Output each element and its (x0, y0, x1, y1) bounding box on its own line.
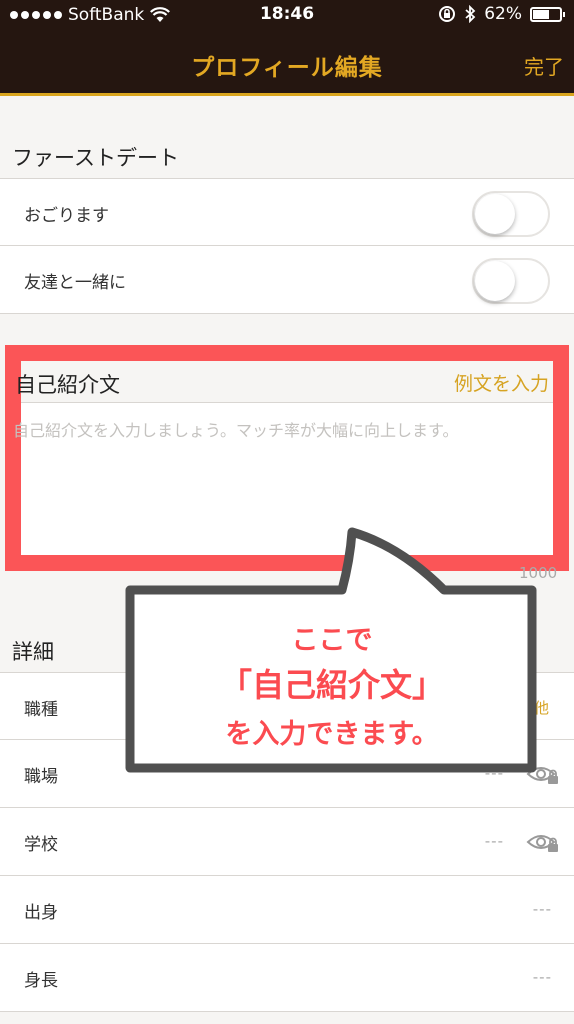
row-value: --- (484, 764, 504, 782)
details-row-hometown[interactable]: 出身 --- (0, 876, 574, 944)
eye-lock-icon[interactable] (526, 830, 560, 854)
self-intro-input[interactable]: 自己紹介文を入力しましょう。マッチ率が大幅に向上します。 (13, 417, 573, 441)
details-header: 詳細 (12, 640, 54, 664)
details-row-school[interactable]: 学校 --- (0, 808, 574, 876)
page-title: プロフィール編集 (191, 55, 383, 81)
callout-line-1: ここで (291, 625, 373, 656)
row-label: 職場 (24, 767, 58, 787)
self-intro-highlight: 自己紹介文 例文を入力 自己紹介文を入力しましょう。マッチ率が大幅に向上します。 (5, 345, 569, 571)
example-text-button[interactable]: 例文を入力 (454, 369, 549, 396)
rotation-lock-icon (439, 6, 456, 22)
details-row-workplace[interactable]: 職場 --- (0, 740, 574, 808)
eye-lock-icon[interactable] (526, 762, 560, 786)
first-date-row-treat[interactable]: おごります (0, 178, 574, 246)
treat-toggle[interactable] (472, 191, 550, 237)
row-value: --- (532, 900, 552, 918)
row-label: 友達と一緒に (24, 273, 126, 293)
row-label: 学校 (24, 835, 58, 855)
with-friends-toggle[interactable] (472, 258, 550, 304)
toggle-knob (475, 261, 515, 301)
self-intro-header: 自己紹介文 例文を入力 (15, 361, 553, 403)
first-date-row-with-friends[interactable]: 友達と一緒に (0, 246, 574, 314)
top-bar: SoftBank 18:46 62% プロフィール編集 完了 (0, 0, 574, 96)
battery-icon (530, 6, 565, 22)
row-label: 出身 (24, 903, 58, 923)
row-label: おごります (24, 206, 109, 226)
toggle-knob (475, 194, 515, 234)
self-intro-title: 自己紹介文 (15, 373, 120, 397)
details-row-height[interactable]: 身長 --- (0, 944, 574, 1012)
status-right: 62% (438, 4, 565, 24)
done-button[interactable]: 完了 (524, 51, 564, 80)
bluetooth-icon (465, 5, 476, 23)
row-label: 身長 (24, 971, 58, 991)
row-value: --- (484, 832, 504, 850)
details-row-occupation[interactable]: 職種 他 (0, 672, 574, 740)
first-date-header: ファーストデート (12, 146, 179, 170)
battery-percent: 62% (484, 4, 522, 24)
status-bar: SoftBank 18:46 62% (0, 0, 574, 32)
character-counter: 1000 (519, 564, 558, 582)
row-value: 他 (533, 699, 550, 717)
row-value: --- (532, 968, 552, 986)
row-label: 職種 (24, 700, 58, 720)
